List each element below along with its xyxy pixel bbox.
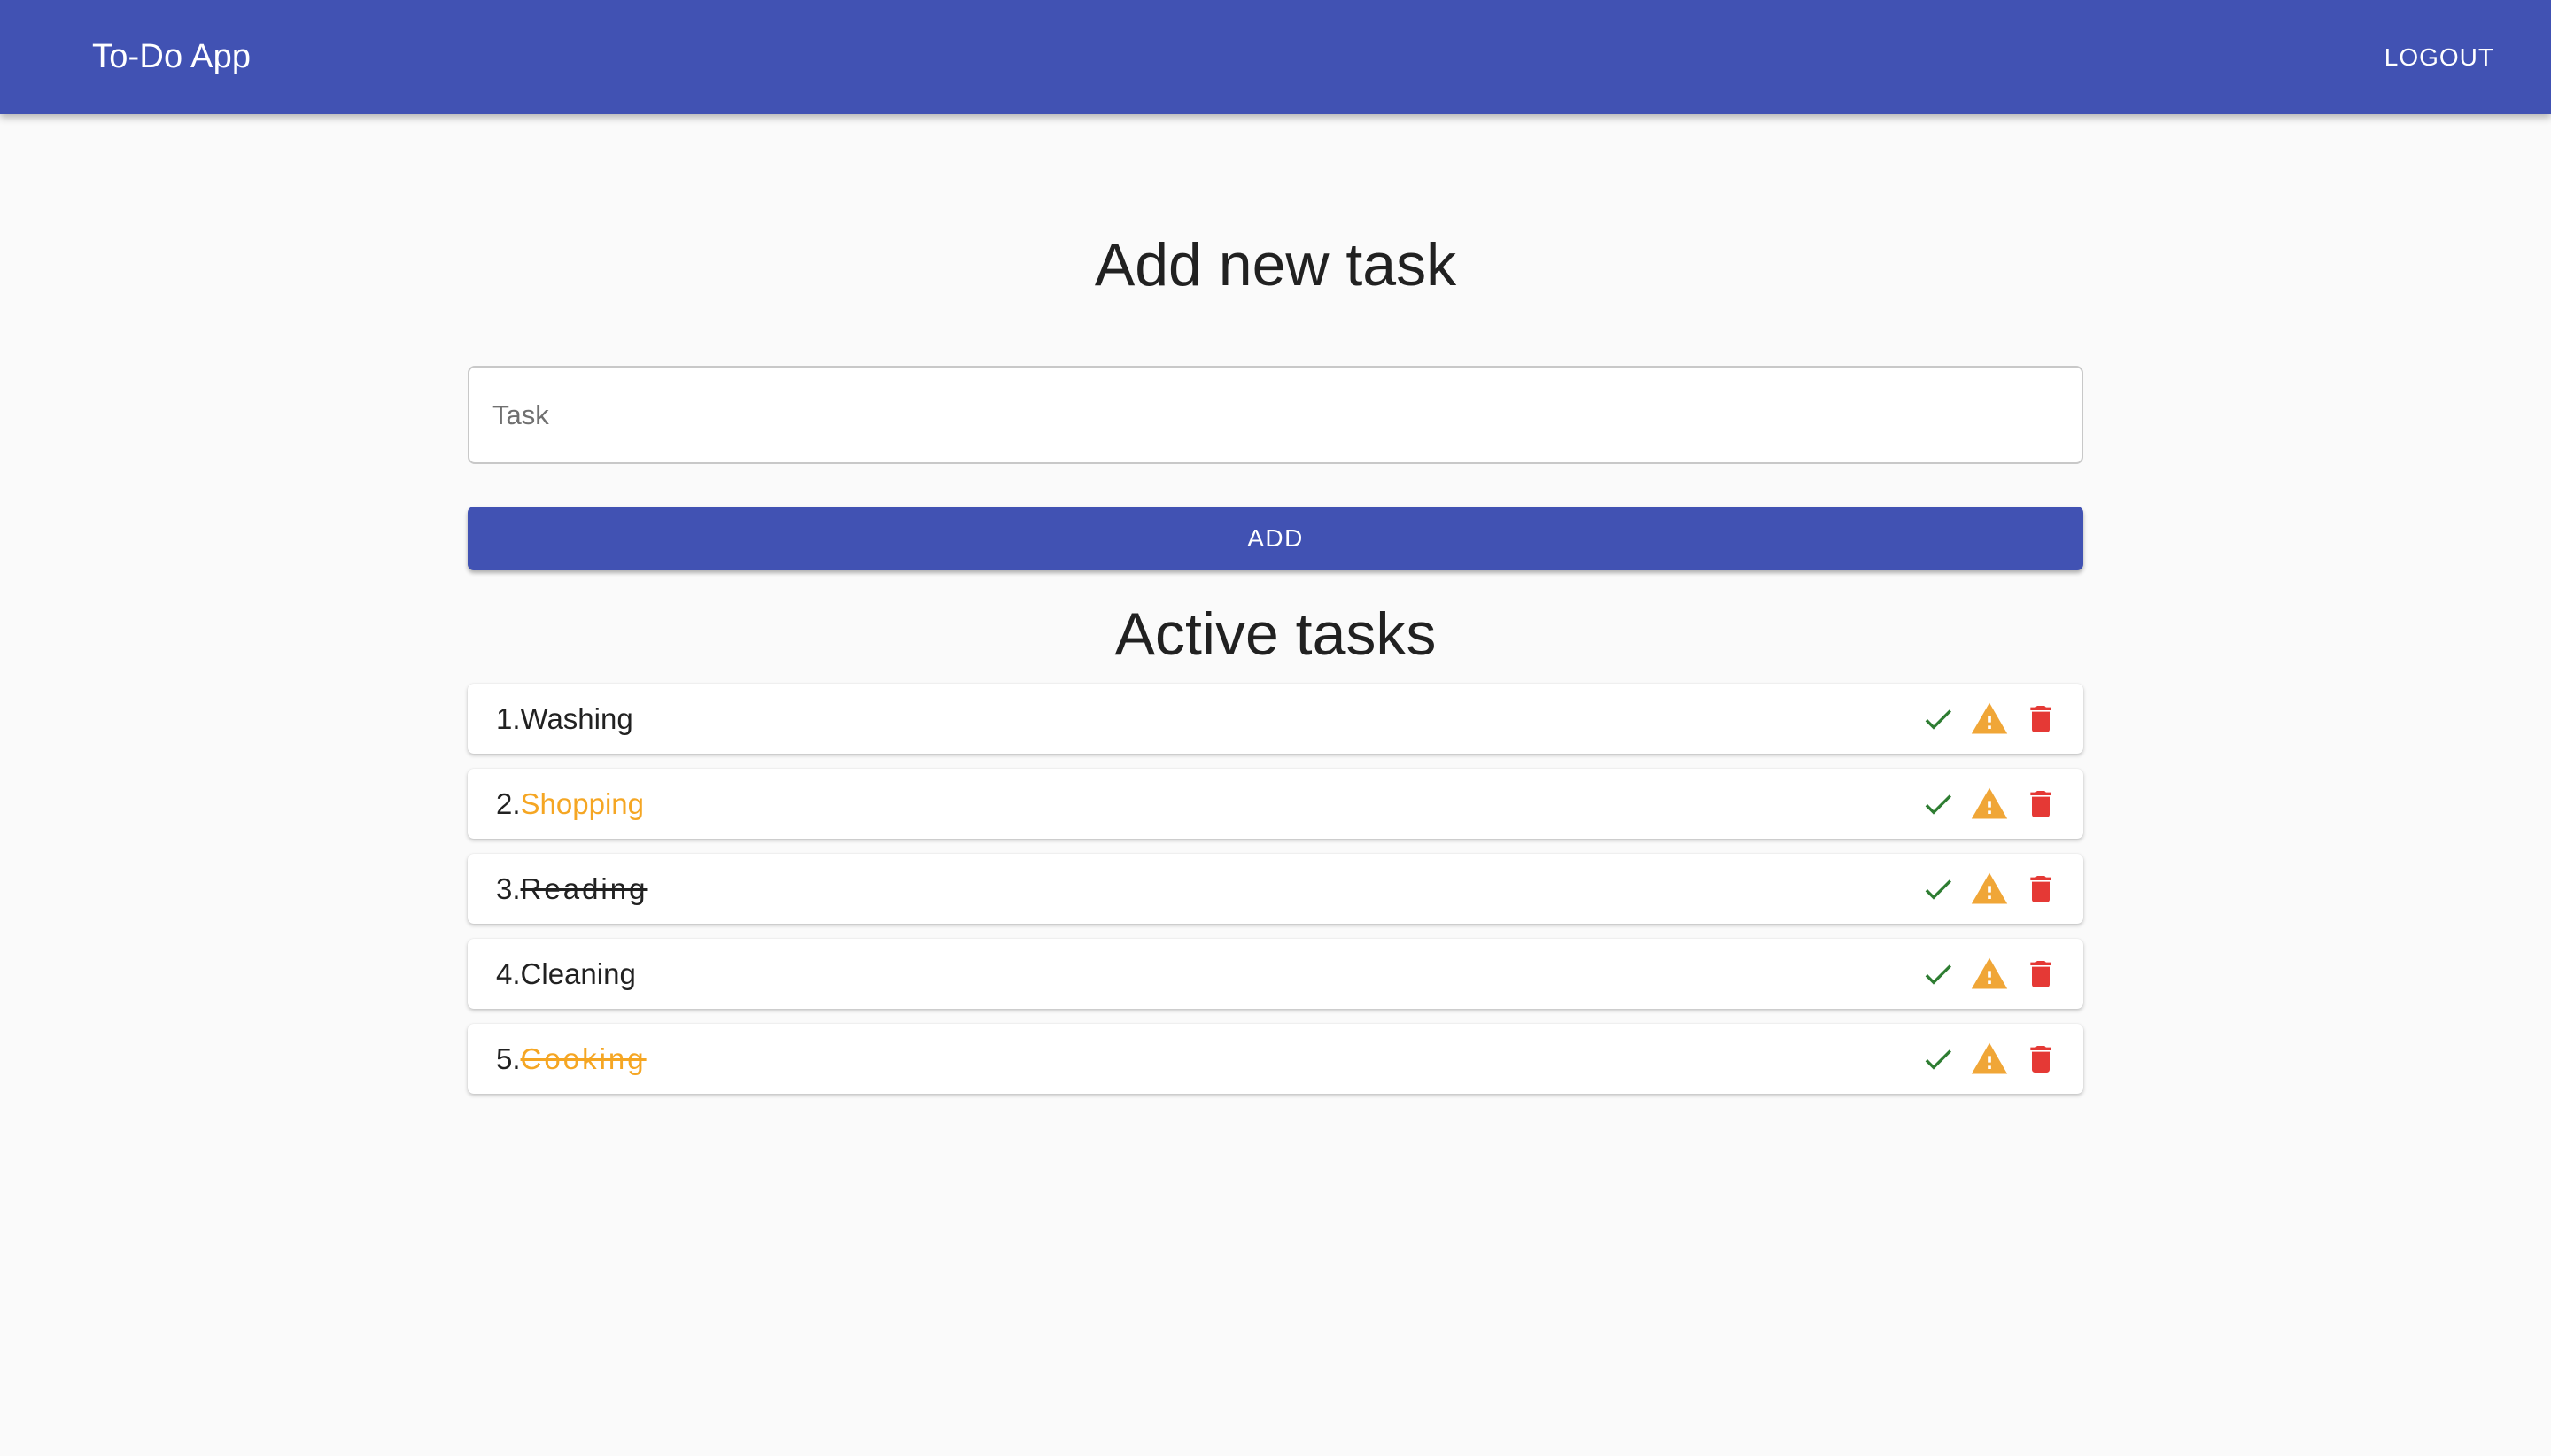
task-item: 5.Cooking bbox=[468, 1024, 2083, 1094]
task-input[interactable] bbox=[468, 366, 2083, 464]
task-actions bbox=[1919, 955, 2060, 994]
check-icon[interactable] bbox=[1919, 700, 1958, 739]
warning-icon[interactable] bbox=[1970, 1040, 2009, 1079]
app-title: To-Do App bbox=[92, 38, 252, 75]
add-task-button[interactable]: ADD bbox=[468, 507, 2083, 570]
warning-icon[interactable] bbox=[1970, 870, 2009, 909]
warning-icon[interactable] bbox=[1970, 700, 2009, 739]
trash-icon[interactable] bbox=[2021, 1040, 2060, 1079]
task-text: 3.Reading bbox=[496, 872, 647, 906]
logout-button[interactable]: LOGOUT bbox=[2384, 43, 2494, 72]
task-name: Cooking bbox=[520, 1042, 647, 1075]
task-item: 2.Shopping bbox=[468, 769, 2083, 839]
task-list: 1.Washing 2.Shopping 3.Reading 4.Cleanin… bbox=[468, 684, 2083, 1094]
warning-icon[interactable] bbox=[1970, 785, 2009, 824]
task-name: Shopping bbox=[520, 786, 644, 820]
check-icon[interactable] bbox=[1919, 955, 1958, 994]
task-text: 1.Washing bbox=[496, 702, 633, 736]
check-icon[interactable] bbox=[1919, 870, 1958, 909]
task-number: 4. bbox=[496, 956, 521, 990]
task-number: 2. bbox=[496, 786, 521, 820]
trash-icon[interactable] bbox=[2021, 955, 2060, 994]
app-bar: To-Do App LOGOUT bbox=[0, 0, 2551, 114]
task-name: Cleaning bbox=[520, 956, 636, 990]
trash-icon[interactable] bbox=[2021, 785, 2060, 824]
task-name: Reading bbox=[520, 871, 648, 905]
task-item: 4.Cleaning bbox=[468, 939, 2083, 1009]
task-number: 5. bbox=[496, 1042, 521, 1075]
main-content: Add new task ADD Active tasks 1.Washing … bbox=[468, 114, 2083, 1109]
task-actions bbox=[1919, 1040, 2060, 1079]
warning-icon[interactable] bbox=[1970, 955, 2009, 994]
task-actions bbox=[1919, 700, 2060, 739]
task-item: 1.Washing bbox=[468, 684, 2083, 754]
task-text: 5.Cooking bbox=[496, 1042, 647, 1076]
task-actions bbox=[1919, 870, 2060, 909]
check-icon[interactable] bbox=[1919, 785, 1958, 824]
task-item: 3.Reading bbox=[468, 854, 2083, 924]
task-actions bbox=[1919, 785, 2060, 824]
trash-icon[interactable] bbox=[2021, 870, 2060, 909]
active-tasks-heading: Active tasks bbox=[1114, 600, 1437, 668]
task-number: 1. bbox=[496, 701, 521, 735]
check-icon[interactable] bbox=[1919, 1040, 1958, 1079]
task-text: 4.Cleaning bbox=[496, 957, 636, 991]
task-name: Washing bbox=[520, 701, 633, 735]
task-number: 3. bbox=[496, 871, 521, 905]
add-task-heading: Add new task bbox=[1094, 231, 1457, 298]
task-text: 2.Shopping bbox=[496, 787, 644, 821]
trash-icon[interactable] bbox=[2021, 700, 2060, 739]
